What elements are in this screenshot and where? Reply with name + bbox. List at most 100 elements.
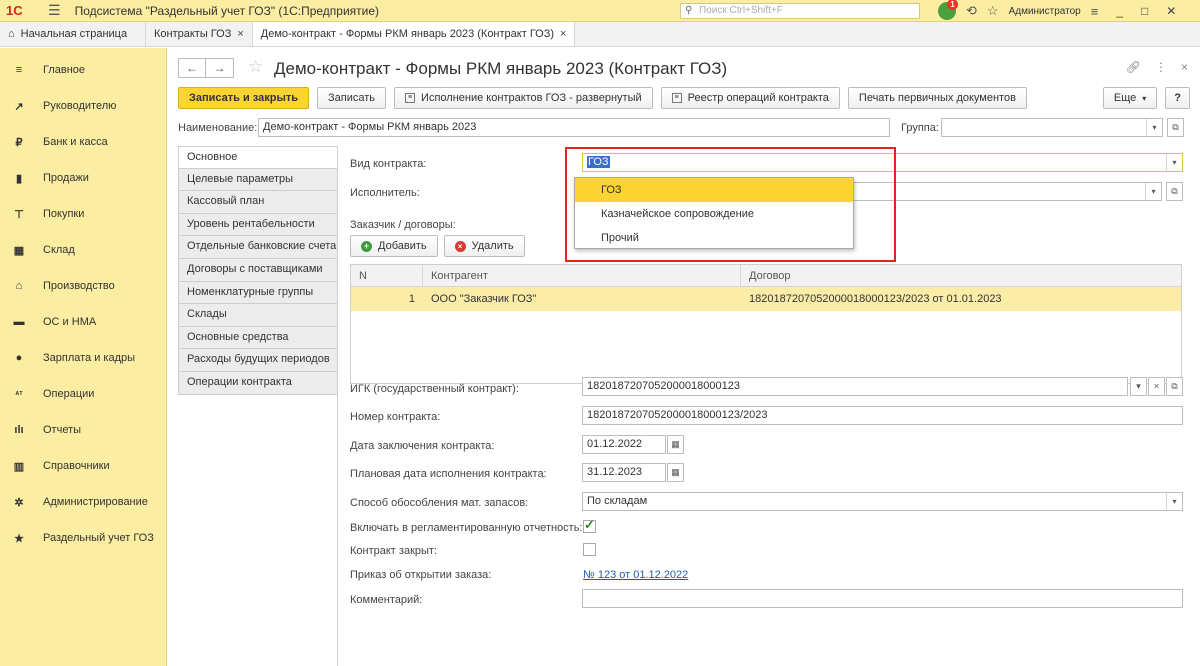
tab-fixed-assets[interactable]: Основные средства <box>178 326 338 350</box>
open-igk-button[interactable]: ⧉ <box>1166 377 1183 396</box>
notifications-icon[interactable]: 1 <box>938 0 958 20</box>
include-reporting-label: Включать в регламентированную отчетность… <box>350 522 583 534</box>
calendar-icon[interactable]: ▦ <box>667 463 684 482</box>
settings-menu-icon[interactable]: ≡ <box>1091 4 1099 19</box>
warehouse-icon: ▦ <box>13 244 25 257</box>
save-and-close-button[interactable]: Записать и закрыть <box>178 87 310 109</box>
dropdown-option-treasury[interactable]: Казначейское сопровождение <box>575 202 853 226</box>
open-executor-button[interactable]: ⧉ <box>1166 182 1183 201</box>
more-vertical-icon[interactable]: ⋮ <box>1155 60 1167 74</box>
sidebar-item-director[interactable]: ↗ Руководителю <box>0 88 167 124</box>
add-button[interactable]: + Добавить <box>350 235 438 257</box>
order-link[interactable]: № 123 от 01.12.2022 <box>583 569 688 581</box>
contract-closed-checkbox[interactable] <box>583 543 596 556</box>
back-button[interactable]: ← <box>178 58 206 78</box>
separation-method-field[interactable]: По складам ▾ <box>582 492 1183 511</box>
tab-cash-plan[interactable]: Кассовый план <box>178 191 338 214</box>
form-header-actions: 🔗︎ ⋮ × <box>1126 60 1188 74</box>
chevron-down-icon: ▾ <box>1142 93 1147 103</box>
group-field[interactable]: ▾ <box>941 118 1163 137</box>
delete-button[interactable]: × Удалить <box>443 235 525 257</box>
calendar-icon[interactable]: ▦ <box>667 435 684 454</box>
link-icon[interactable]: 🔗︎ <box>1126 60 1141 74</box>
sidebar-item-operations[interactable]: ᴬᵀ Операции <box>0 376 167 412</box>
chevron-down-icon[interactable]: ▾ <box>1146 119 1162 136</box>
tab-profitability[interactable]: Уровень рентабельности <box>178 213 338 237</box>
igk-label: ИГК (государственный контракт): <box>350 383 519 395</box>
tab-demo-contract[interactable]: Демо-контракт - Формы РКМ январь 2023 (К… <box>252 22 576 46</box>
chevron-down-icon[interactable]: ▾ <box>1145 183 1161 200</box>
igk-dropdown-button[interactable]: ▾ <box>1130 377 1147 396</box>
name-field[interactable]: Демо-контракт - Формы РКМ январь 2023 <box>258 118 890 137</box>
tab-target-params[interactable]: Целевые параметры <box>178 168 338 192</box>
close-form-icon[interactable]: × <box>1181 60 1188 74</box>
maximize-icon[interactable]: □ <box>1141 4 1148 18</box>
tab-warehouses[interactable]: Склады <box>178 304 338 327</box>
sidebar-item-directories[interactable]: ▥ Справочники <box>0 448 167 484</box>
favorites-star-icon[interactable]: ☆ <box>987 3 999 19</box>
dropdown-option-goz[interactable]: ГОЗ <box>575 178 853 202</box>
more-label: Еще <box>1113 92 1137 104</box>
current-user[interactable]: Администратор <box>1009 6 1081 17</box>
column-header-counterparty[interactable]: Контрагент <box>423 265 741 286</box>
column-header-contract[interactable]: Договор <box>741 265 1181 286</box>
tab-close-icon[interactable]: × <box>237 28 243 40</box>
global-search-input[interactable]: ⚲ Поиск Ctrl+Shift+F <box>680 3 920 19</box>
minimize-icon[interactable]: _ <box>1116 4 1123 18</box>
main-menu-icon[interactable]: ☰ <box>48 2 61 19</box>
sidebar-item-reports[interactable]: ılı Отчеты <box>0 412 167 448</box>
execution-report-button[interactable]: ≡ Исполнение контрактов ГОЗ - развернутый <box>394 87 653 109</box>
contract-number-field[interactable]: 1820187207052000018000123/2023 <box>582 406 1183 425</box>
sidebar-item-warehouse[interactable]: ▦ Склад <box>0 232 167 268</box>
separation-method-value: По складам <box>587 495 648 507</box>
favorite-star-icon[interactable]: ☆ <box>248 57 263 77</box>
contract-type-field[interactable]: ГОЗ ▾ <box>582 153 1183 172</box>
sidebar-item-bank[interactable]: ₽ Банк и касса <box>0 124 167 160</box>
plan-date-field[interactable]: 31.12.2023 <box>582 463 666 482</box>
open-group-button[interactable]: ⧉ <box>1167 118 1184 137</box>
history-icon[interactable]: ⟲ <box>966 3 977 19</box>
tab-bank-accounts[interactable]: Отдельные банковские счета <box>178 236 338 259</box>
sidebar-item-sales[interactable]: ▮ Продажи <box>0 160 167 196</box>
comment-field[interactable] <box>582 589 1183 608</box>
table-row[interactable]: 1 ООО "Заказчик ГОЗ" 1820187207052000018… <box>351 287 1181 311</box>
sidebar-item-production[interactable]: ⌂ Производство <box>0 268 167 304</box>
tab-main[interactable]: Основное <box>178 146 338 169</box>
gear-icon: ✲ <box>14 496 24 509</box>
close-window-icon[interactable]: ✕ <box>1166 4 1176 18</box>
save-button[interactable]: Записать <box>317 87 387 109</box>
column-header-n[interactable]: N <box>351 265 423 286</box>
contract-date-field[interactable]: 01.12.2022 <box>582 435 666 454</box>
sidebar-item-goz[interactable]: ★ Раздельный учет ГОЗ <box>0 520 167 556</box>
print-documents-button[interactable]: Печать первичных документов <box>847 87 1027 109</box>
report-icon: ≡ <box>405 93 416 103</box>
sidebar-item-main[interactable]: ≡ Главное <box>0 52 167 88</box>
tab-item-groups[interactable]: Номенклатурные группы <box>178 281 338 305</box>
more-button[interactable]: Еще ▾ <box>1102 87 1158 109</box>
tab-close-icon[interactable]: × <box>560 28 566 40</box>
page-title: Демо-контракт - Формы РКМ январь 2023 (К… <box>274 59 728 78</box>
add-label: Добавить <box>378 240 427 252</box>
operations-registry-button[interactable]: ≡ Реестр операций контракта <box>660 87 840 109</box>
forward-button[interactable]: → <box>206 58 234 78</box>
chevron-down-icon[interactable]: ▾ <box>1166 493 1182 510</box>
tab-contracts[interactable]: Контракты ГОЗ × <box>146 22 253 46</box>
igk-clear-button[interactable]: × <box>1148 377 1165 396</box>
tab-supplier-contracts[interactable]: Договоры с поставщиками <box>178 258 338 282</box>
contract-number-label: Номер контракта: <box>350 411 441 423</box>
tab-contract-operations[interactable]: Операции контракта <box>178 371 338 395</box>
sidebar-item-label: Склад <box>43 244 75 256</box>
delete-label: Удалить <box>471 240 514 252</box>
sidebar-item-label: Операции <box>43 388 95 400</box>
help-button[interactable]: ? <box>1165 87 1190 109</box>
sidebar-item-purchases[interactable]: ⊤ Покупки <box>0 196 167 232</box>
tab-deferred-expenses[interactable]: Расходы будущих периодов <box>178 349 338 372</box>
chevron-down-icon[interactable]: ▾ <box>1166 154 1182 171</box>
dropdown-option-other[interactable]: Прочий <box>575 226 853 250</box>
include-reporting-checkbox[interactable]: ✓ <box>583 517 596 533</box>
tab-home[interactable]: ⌂ Начальная страница <box>0 22 146 46</box>
sidebar-item-salary[interactable]: ● Зарплата и кадры <box>0 340 167 376</box>
sidebar-item-assets[interactable]: ▬ ОС и НМА <box>0 304 167 340</box>
sidebar-item-administration[interactable]: ✲ Администрирование <box>0 484 167 520</box>
igk-field[interactable]: 1820187207052000018000123 <box>582 377 1128 396</box>
